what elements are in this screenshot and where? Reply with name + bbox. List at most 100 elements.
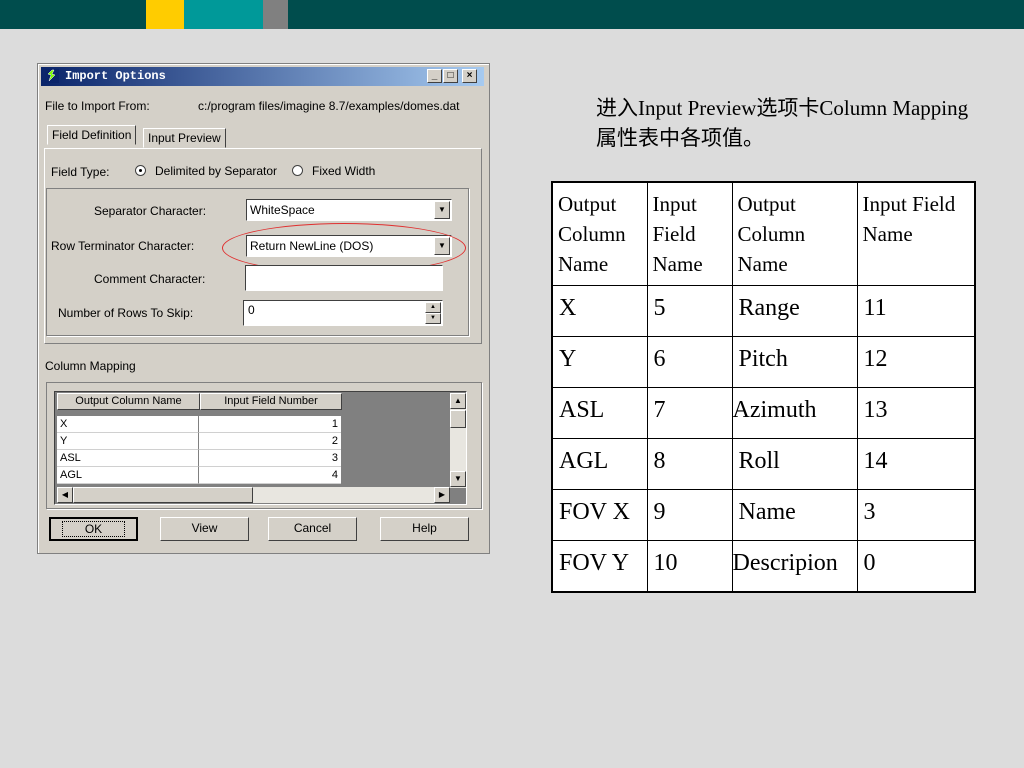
mapping-cell: 12 xyxy=(856,336,976,388)
top-bar-gray-segment xyxy=(263,0,288,29)
grid-cell-name[interactable]: ASL xyxy=(57,450,199,467)
top-bar-segment xyxy=(288,0,1024,29)
mapping-cell: 10 xyxy=(646,540,733,593)
radio-fixed-width-label[interactable]: Fixed Width xyxy=(312,164,375,178)
mapping-cell: 5 xyxy=(646,285,733,337)
top-bar-teal-segment xyxy=(184,0,263,29)
mapping-cell: Range xyxy=(731,285,858,337)
column-mapping-grid: Output Column Name Input Field Number X … xyxy=(54,391,467,505)
scroll-thumb[interactable] xyxy=(73,487,253,503)
table-row[interactable]: AGL 4 xyxy=(57,467,344,484)
grid-cell-number[interactable]: 2 xyxy=(199,433,341,450)
comment-field[interactable] xyxy=(245,265,443,291)
import-options-dialog: Import Options _ □ × File to Import From… xyxy=(37,63,490,554)
mapping-cell: 8 xyxy=(646,438,733,490)
slide-description: 进入Input Preview选项卡Column Mapping属性表中各项值。 xyxy=(596,96,969,150)
mapping-table-header-row: Output Column Name Input Field Name Outp… xyxy=(551,181,976,286)
dialog-title-bar[interactable]: Import Options _ □ × xyxy=(41,67,484,86)
radio-fixed-width[interactable] xyxy=(292,165,303,176)
radio-delimited[interactable] xyxy=(135,165,146,176)
close-button[interactable]: × xyxy=(462,69,477,83)
grid-cell-name[interactable]: X xyxy=(57,416,199,433)
mapping-cell: 13 xyxy=(856,387,976,439)
mapping-table: Output Column Name Input Field Name Outp… xyxy=(551,181,976,593)
comment-label: Comment Character: xyxy=(94,272,206,286)
separator-combo[interactable]: WhiteSpace ▼ xyxy=(246,199,452,221)
file-path-value: c:/program files/imagine 8.7/examples/do… xyxy=(198,99,460,113)
view-button[interactable]: View xyxy=(160,517,249,541)
ok-button[interactable]: OK xyxy=(49,517,138,541)
spin-up-icon[interactable]: ▲ xyxy=(425,302,441,313)
row-terminator-label: Row Terminator Character: xyxy=(51,239,195,253)
grid-cell-name[interactable]: AGL xyxy=(57,467,199,484)
table-row: ASL 7 Azimuth 13 xyxy=(551,387,976,439)
tab-field-definition[interactable]: Field Definition xyxy=(47,125,137,145)
mapping-cell: FOV X xyxy=(551,489,648,541)
mapping-header-cell: Input Field Name xyxy=(856,181,976,286)
vertical-scrollbar[interactable]: ▲ ▼ xyxy=(450,393,466,488)
top-bar-segment xyxy=(0,0,146,29)
scroll-thumb[interactable] xyxy=(450,410,466,428)
separator-label: Separator Character: xyxy=(94,204,207,218)
column-mapping-label: Column Mapping xyxy=(45,359,136,373)
scroll-down-icon[interactable]: ▼ xyxy=(450,471,466,487)
imagine-app-icon xyxy=(45,69,59,83)
spin-down-icon[interactable]: ▼ xyxy=(425,313,441,324)
chevron-down-icon[interactable]: ▼ xyxy=(434,201,450,219)
tab-input-preview[interactable]: Input Preview xyxy=(143,128,226,148)
top-bar-yellow-segment xyxy=(146,0,184,29)
top-decorative-bar xyxy=(0,0,1024,29)
grid-cell-number[interactable]: 4 xyxy=(199,467,341,484)
mapping-cell: Pitch xyxy=(731,336,858,388)
mapping-cell: 7 xyxy=(646,387,733,439)
table-row: FOV Y 10 Descripion 0 xyxy=(551,540,976,593)
table-row[interactable]: ASL 3 xyxy=(57,450,344,467)
mapping-header-cell: Output Column Name xyxy=(731,181,858,286)
scroll-right-icon[interactable]: ▶ xyxy=(434,487,450,503)
mapping-cell: AGL xyxy=(551,438,648,490)
table-row: Y 6 Pitch 12 xyxy=(551,336,976,388)
rows-to-skip-value: 0 xyxy=(248,303,255,317)
dialog-title: Import Options xyxy=(65,69,166,83)
scroll-left-icon[interactable]: ◀ xyxy=(57,487,73,503)
mapping-cell: Name xyxy=(731,489,858,541)
mapping-cell: X xyxy=(551,285,648,337)
table-row[interactable]: Y 2 xyxy=(57,433,344,450)
mapping-cell: Descripion xyxy=(731,540,858,593)
table-row: AGL 8 Roll 14 xyxy=(551,438,976,490)
mapping-cell: 14 xyxy=(856,438,976,490)
ok-button-label: OK xyxy=(61,521,126,537)
field-type-label: Field Type: xyxy=(51,165,110,179)
grid-cell-name[interactable]: Y xyxy=(57,433,199,450)
grid-cell-number[interactable]: 1 xyxy=(199,416,341,433)
rows-to-skip-stepper[interactable]: 0 ▲ ▼ xyxy=(243,300,443,326)
radio-delimited-label[interactable]: Delimited by Separator xyxy=(155,164,277,178)
mapping-cell: 6 xyxy=(646,336,733,388)
mapping-cell: Y xyxy=(551,336,648,388)
grid-header-input-field[interactable]: Input Field Number xyxy=(200,393,342,410)
separator-value: WhiteSpace xyxy=(250,203,315,217)
mapping-header-cell: Input Field Name xyxy=(646,181,733,286)
mapping-cell: 0 xyxy=(856,540,976,593)
maximize-button[interactable]: □ xyxy=(443,69,458,83)
mapping-cell: 11 xyxy=(856,285,976,337)
table-row: FOV X 9 Name 3 xyxy=(551,489,976,541)
scroll-up-icon[interactable]: ▲ xyxy=(450,393,466,409)
cancel-button[interactable]: Cancel xyxy=(268,517,357,541)
file-to-import-label: File to Import From: xyxy=(45,99,150,113)
spinner[interactable]: ▲ ▼ xyxy=(425,302,441,324)
rows-to-skip-label: Number of Rows To Skip: xyxy=(58,306,194,320)
mapping-cell: 3 xyxy=(856,489,976,541)
horizontal-scrollbar[interactable]: ◀ ▶ xyxy=(57,487,450,503)
table-row[interactable]: X 1 xyxy=(57,416,344,433)
mapping-cell: Azimuth xyxy=(731,387,858,439)
mapping-cell: Roll xyxy=(731,438,858,490)
grid-header-output-column[interactable]: Output Column Name xyxy=(57,393,200,410)
mapping-cell: FOV Y xyxy=(551,540,648,593)
mapping-cell: 9 xyxy=(646,489,733,541)
mapping-header-cell: Output Column Name xyxy=(551,181,648,286)
grid-cell-number[interactable]: 3 xyxy=(199,450,341,467)
minimize-button[interactable]: _ xyxy=(427,69,442,83)
table-row: X 5 Range 11 xyxy=(551,285,976,337)
help-button[interactable]: Help xyxy=(380,517,469,541)
